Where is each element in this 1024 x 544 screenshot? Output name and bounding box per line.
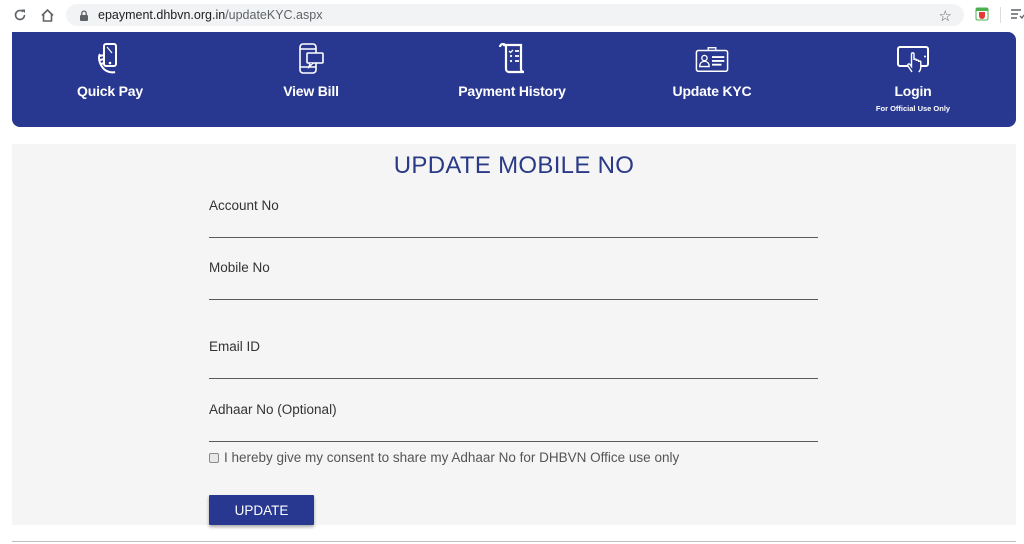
nav-label: Quick Pay xyxy=(77,83,143,99)
reading-list-icon[interactable] xyxy=(1010,7,1024,21)
id-card-icon xyxy=(695,42,729,76)
nav-label: Login xyxy=(894,83,932,99)
toolbar-separator xyxy=(1000,7,1001,23)
hand-phone-icon xyxy=(93,42,127,76)
url-path: /updateKYC.aspx xyxy=(225,8,323,22)
nav-payment-history[interactable]: Payment History xyxy=(437,32,587,127)
address-bar[interactable]: epayment.dhbvn.org.in/updateKYC.aspx ☆ xyxy=(66,4,964,26)
reload-icon[interactable] xyxy=(11,6,29,24)
consent-row[interactable]: I hereby give my consent to share my Adh… xyxy=(209,450,679,465)
url-text: epayment.dhbvn.org.in/updateKYC.aspx xyxy=(98,8,322,22)
nav-label: View Bill xyxy=(283,83,339,99)
receipt-scroll-icon xyxy=(495,42,529,76)
adhaar-no-field[interactable]: Adhaar No (Optional) xyxy=(209,402,818,442)
mobile-no-input[interactable] xyxy=(209,260,818,299)
lock-icon xyxy=(78,9,90,21)
account-no-field[interactable]: Account No xyxy=(209,198,818,238)
home-icon[interactable] xyxy=(38,6,56,24)
adhaar-no-input[interactable] xyxy=(209,402,818,441)
nav-label: Update KYC xyxy=(672,83,752,99)
nav-quick-pay[interactable]: Quick Pay xyxy=(35,32,185,127)
nav-view-bill[interactable]: View Bill xyxy=(236,32,386,127)
update-button[interactable]: UPDATE xyxy=(209,495,314,525)
update-mobile-form: UPDATE MOBILE NO Account No Mobile No Em… xyxy=(12,144,1016,525)
page-title: UPDATE MOBILE NO xyxy=(393,152,635,179)
consent-label[interactable]: I hereby give my consent to share my Adh… xyxy=(224,450,679,465)
browser-toolbar: epayment.dhbvn.org.in/updateKYC.aspx ☆ xyxy=(0,0,1024,30)
account-no-input[interactable] xyxy=(209,198,818,237)
email-id-input[interactable] xyxy=(209,339,818,378)
email-id-field[interactable]: Email ID xyxy=(209,339,818,379)
tablet-touch-icon xyxy=(896,42,930,76)
nav-update-kyc[interactable]: Update KYC xyxy=(637,32,787,127)
bookmark-star-icon[interactable]: ☆ xyxy=(939,7,952,25)
nav-sublabel: For Official Use Only xyxy=(875,104,951,113)
url-domain: epayment.dhbvn.org.in xyxy=(98,8,226,22)
phone-message-icon xyxy=(294,42,328,76)
divider xyxy=(12,541,1016,542)
main-nav: Quick Pay View Bill Payment History Upda… xyxy=(12,32,1016,127)
nav-label: Payment History xyxy=(458,83,566,99)
extension-icon[interactable] xyxy=(975,7,989,21)
mobile-no-field[interactable]: Mobile No xyxy=(209,260,818,300)
nav-login[interactable]: Login For Official Use Only xyxy=(838,32,988,127)
consent-checkbox[interactable] xyxy=(209,452,219,463)
